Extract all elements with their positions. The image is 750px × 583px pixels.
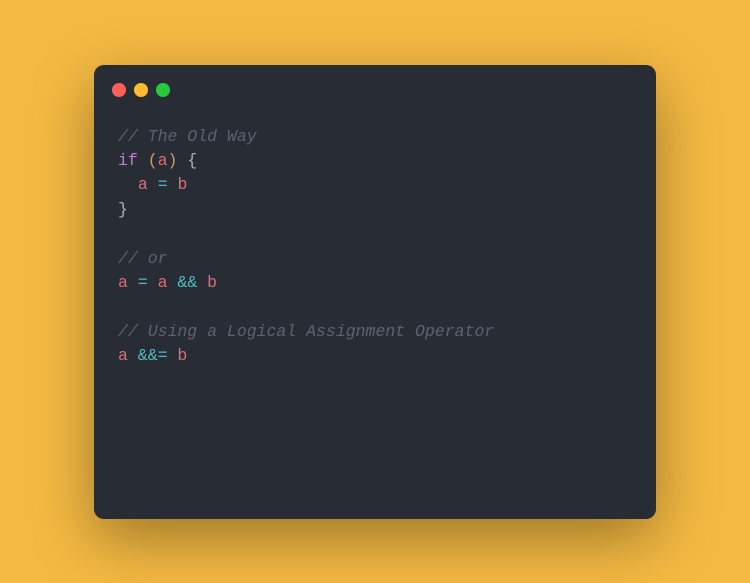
code-comment: // The Old Way: [118, 127, 257, 146]
code-op: &&: [168, 273, 208, 292]
code-window: // The Old Way if (a) { a = b } // or a …: [94, 65, 656, 519]
close-icon[interactable]: [112, 83, 126, 97]
code-paren: ): [168, 151, 178, 170]
code-var: a: [118, 273, 128, 292]
code-op: =: [128, 273, 158, 292]
code-op: &&=: [128, 346, 178, 365]
code-paren: (: [148, 151, 158, 170]
code-var: a: [118, 346, 128, 365]
code-block: // The Old Way if (a) { a = b } // or a …: [94, 97, 656, 393]
code-var: a: [158, 273, 168, 292]
code-op: =: [148, 175, 178, 194]
code-brace: {: [177, 151, 197, 170]
code-var: b: [177, 346, 187, 365]
code-keyword: if: [118, 151, 138, 170]
maximize-icon[interactable]: [156, 83, 170, 97]
code-brace: }: [118, 200, 128, 219]
code-comment: // or: [118, 249, 168, 268]
minimize-icon[interactable]: [134, 83, 148, 97]
code-var: a: [158, 151, 168, 170]
code-var: a: [138, 175, 148, 194]
window-titlebar: [94, 65, 656, 97]
code-var: b: [177, 175, 187, 194]
code-comment: // Using a Logical Assignment Operator: [118, 322, 494, 341]
code-var: b: [207, 273, 217, 292]
code-indent: [118, 175, 138, 194]
